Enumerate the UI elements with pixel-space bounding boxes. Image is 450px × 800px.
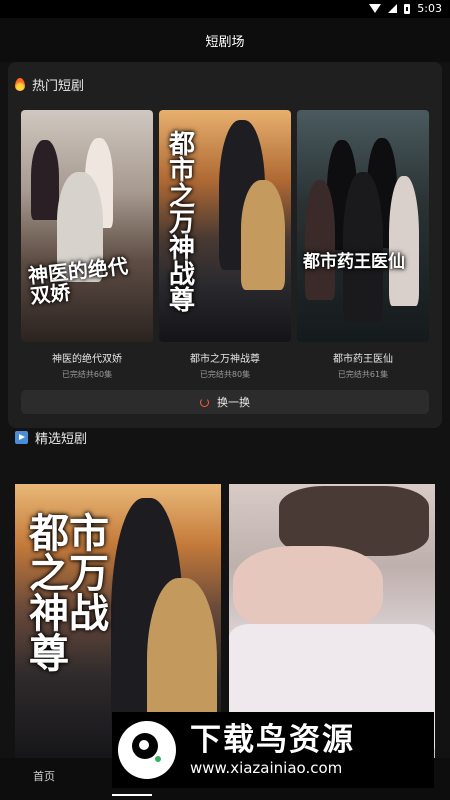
cover-figure	[389, 176, 419, 306]
drama-episodes: 已完结共60集	[61, 370, 113, 379]
fire-icon	[15, 78, 25, 91]
cover-title-art: 神医的绝代双娇	[27, 253, 129, 309]
cover-figure	[233, 546, 383, 634]
watermark-url: www.xiazainiao.com	[190, 759, 343, 778]
drama-title[interactable]: 神医的绝代双娇	[21, 350, 153, 365]
hot-section-header: 热门短剧	[15, 75, 84, 94]
nav-indicator	[112, 794, 152, 796]
app-header: 短剧场	[0, 18, 450, 62]
signal-icon	[388, 4, 398, 13]
cover-figure	[305, 180, 335, 300]
battery-icon	[404, 3, 411, 14]
drama-cover-1[interactable]: 神医的绝代双娇	[21, 110, 153, 342]
drama-title[interactable]: 都市之万神战尊	[159, 350, 291, 365]
cover-title-art: 都市药王医仙	[303, 252, 405, 272]
watermark: 下载鸟资源 www.xiazainiao.com	[112, 712, 434, 788]
cover-figure	[343, 172, 383, 322]
nav-home[interactable]: 首页	[33, 768, 55, 784]
play-icon	[15, 431, 28, 444]
refresh-icon	[200, 397, 209, 407]
status-bar: 5:03	[0, 0, 450, 18]
drama-card-1[interactable]: 神医的绝代双娇 神医的绝代双娇 已完结共60集	[21, 110, 153, 380]
cover-figure	[241, 180, 285, 290]
watermark-text: 下载鸟资源 www.xiazainiao.com	[190, 723, 355, 777]
refresh-label: 换一换	[217, 396, 250, 409]
featured-section-title: 精选短剧	[35, 432, 88, 447]
cover-figure	[31, 140, 59, 220]
status-time: 5:03	[417, 2, 442, 15]
drama-cover-2[interactable]: 都市之万神战尊	[159, 110, 291, 342]
watermark-logo-icon	[118, 721, 176, 779]
featured-section-header: 精选短剧	[15, 428, 87, 447]
drama-card-2[interactable]: 都市之万神战尊 都市之万神战尊 已完结共80集	[159, 110, 291, 380]
drama-cover-3[interactable]: 都市药王医仙	[297, 110, 429, 342]
drama-title[interactable]: 都市药王医仙	[297, 350, 429, 365]
drama-episodes: 已完结共80集	[199, 370, 251, 379]
cover-title-art: 都市之万神战尊	[29, 510, 109, 677]
status-icons: 5:03	[369, 2, 442, 15]
page-title: 短剧场	[205, 34, 245, 50]
hot-section-title: 热门短剧	[32, 79, 85, 94]
drama-card-3[interactable]: 都市药王医仙 都市药王医仙 已完结共61集	[297, 110, 429, 380]
wifi-icon	[369, 4, 382, 13]
watermark-title: 下载鸟资源	[190, 721, 355, 758]
refresh-button[interactable]: 换一换	[21, 390, 429, 414]
cover-title-art: 都市之万神战尊	[169, 130, 196, 316]
drama-episodes: 已完结共61集	[337, 370, 389, 379]
